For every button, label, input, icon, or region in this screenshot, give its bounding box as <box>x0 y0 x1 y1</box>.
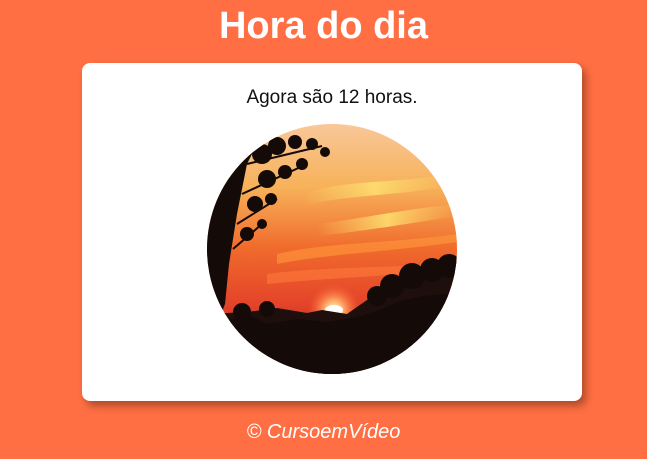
page-title: Hora do dia <box>218 5 429 47</box>
content-card: Agora são 12 horas. <box>82 63 582 401</box>
sunset-photo <box>207 124 457 374</box>
footer-copyright: © CursoemVídeo <box>246 421 401 443</box>
time-message: Agora são 12 horas. <box>246 87 418 108</box>
sunset-photo-graphic <box>207 124 457 374</box>
